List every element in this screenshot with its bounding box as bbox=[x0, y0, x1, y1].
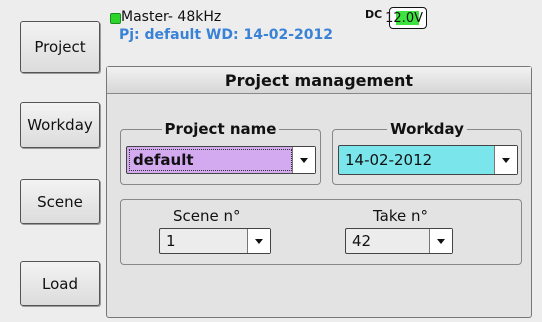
chevron-down-icon[interactable] bbox=[429, 229, 452, 253]
scene-take-group: Scene n° Take n° 1 42 bbox=[120, 199, 522, 265]
scene-number-label: Scene n° bbox=[173, 207, 241, 225]
chevron-down-icon[interactable] bbox=[292, 147, 315, 173]
chevron-down-icon[interactable] bbox=[494, 146, 517, 174]
status-led-icon bbox=[110, 13, 121, 24]
project-button[interactable]: Project bbox=[20, 21, 100, 73]
workday-legend: Workday bbox=[333, 120, 521, 138]
scene-number-dropdown[interactable]: 1 bbox=[159, 228, 271, 254]
workday-group: Workday 14-02-2012 bbox=[332, 120, 522, 185]
take-number-dropdown[interactable]: 42 bbox=[345, 228, 453, 254]
workday-button[interactable]: Workday bbox=[20, 102, 100, 148]
scene-button[interactable]: Scene bbox=[20, 179, 100, 224]
take-number-value: 42 bbox=[352, 232, 372, 250]
load-button-label: Load bbox=[42, 274, 78, 293]
workday-button-label: Workday bbox=[27, 116, 93, 134]
screen: Project Workday Scene Load Master- 48kHz… bbox=[0, 0, 542, 322]
project-name-value: default bbox=[129, 149, 292, 171]
chevron-down-icon[interactable] bbox=[247, 229, 270, 253]
dc-battery-indicator: 12.0V bbox=[385, 7, 427, 29]
project-name-dropdown[interactable]: default bbox=[126, 146, 316, 174]
workday-dropdown[interactable]: 14-02-2012 bbox=[338, 145, 518, 175]
project-button-label: Project bbox=[34, 38, 86, 56]
project-workday-status: Pj: default WD: 14-02-2012 bbox=[119, 27, 334, 43]
workday-value: 14-02-2012 bbox=[345, 151, 433, 169]
dc-label: DC bbox=[365, 8, 383, 21]
project-name-legend: Project name bbox=[121, 120, 320, 138]
master-clock-text: Master- 48kHz bbox=[121, 9, 222, 25]
scene-number-value: 1 bbox=[166, 232, 176, 250]
take-number-label: Take n° bbox=[373, 207, 429, 225]
scene-button-label: Scene bbox=[37, 192, 83, 211]
project-management-panel: Project management Project name default … bbox=[106, 66, 532, 318]
load-button[interactable]: Load bbox=[20, 261, 100, 306]
dc-voltage: 12.0V bbox=[385, 10, 423, 26]
panel-title: Project management bbox=[107, 67, 531, 94]
project-name-group: Project name default bbox=[120, 120, 321, 185]
